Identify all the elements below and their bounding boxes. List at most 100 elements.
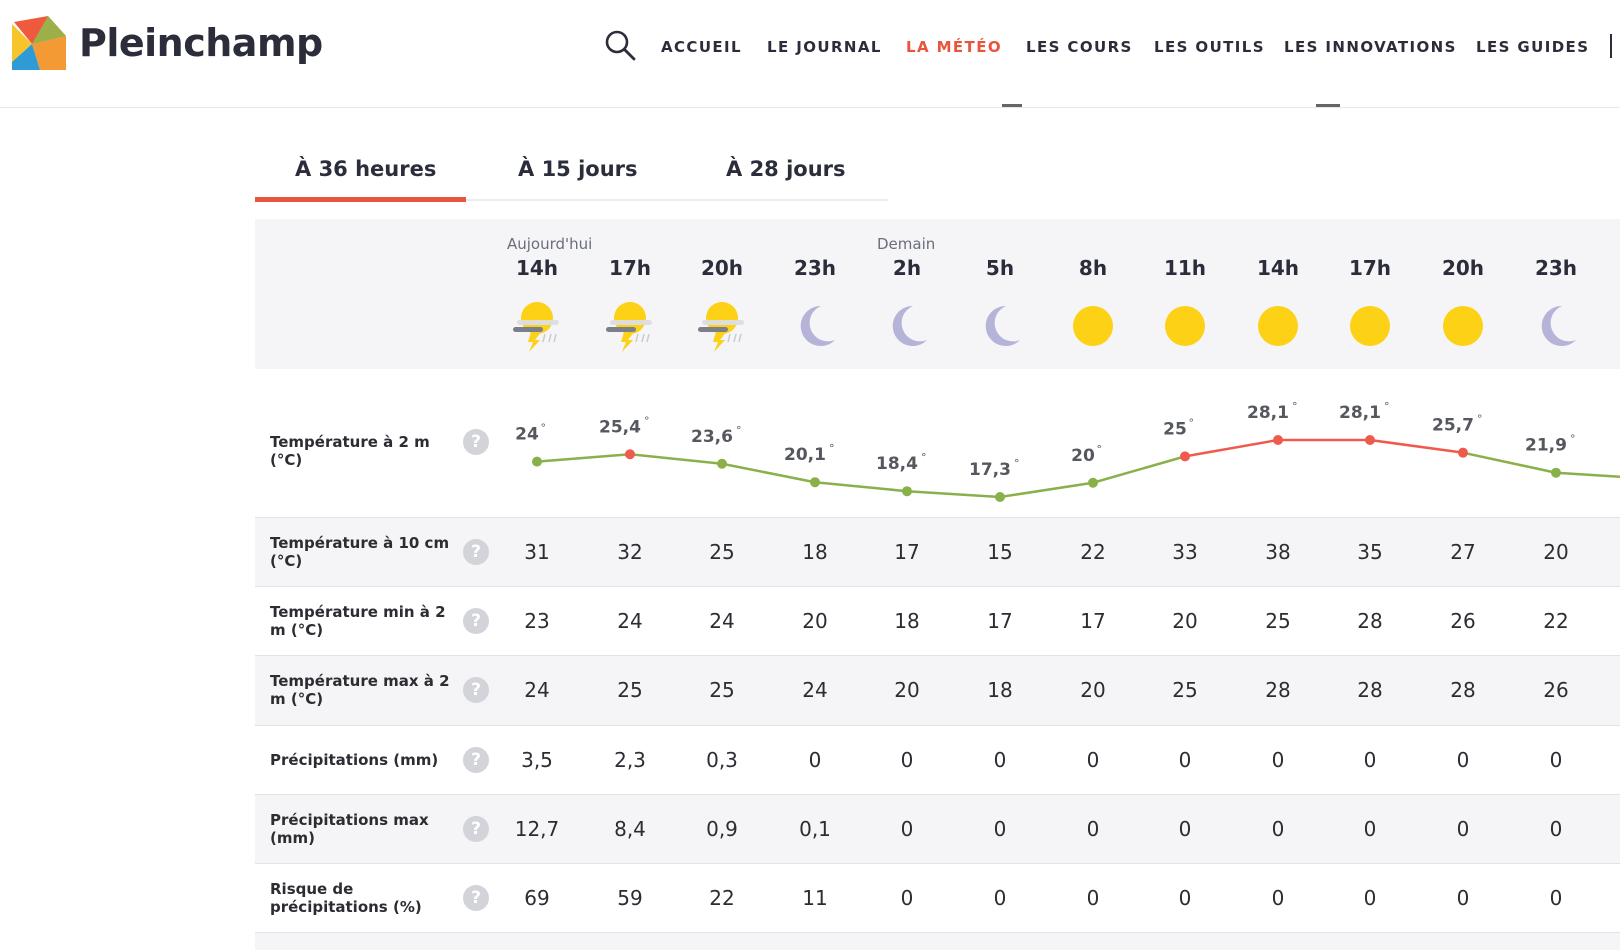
temperature-value-label: 25,4 <box>599 417 641 437</box>
help-icon[interactable]: ? <box>463 815 489 842</box>
nav-accueil[interactable]: ACCUEIL <box>661 37 742 57</box>
degree-symbol: ° <box>1189 416 1195 429</box>
table-cell: 24 <box>802 678 828 703</box>
temperature-point <box>995 492 1005 502</box>
table-cell: 0 <box>1456 816 1470 841</box>
temperature-chart: 24 ° 25,4 °23,6 °20,1 °18,4 °17,3 ° 20 °25 ° 28,1 ° 2… <box>515 400 1620 502</box>
degree-symbol: ° <box>644 414 650 427</box>
table-cell: 11 <box>802 886 828 910</box>
row-label: Risque de précipitations (%) <box>270 880 422 916</box>
table-cell: 33 <box>1172 540 1198 564</box>
row-precipitations: Précipitations (mm)? 3,5 2,3 0,3 0 0 0 0 0 0 0 0 0 <box>255 724 1620 795</box>
temperature-point <box>1458 447 1468 458</box>
temperature-point <box>902 486 912 497</box>
table-cell: 23 <box>524 609 550 634</box>
degree-symbol: ° <box>736 424 742 437</box>
temperature-point <box>810 477 820 488</box>
table-cell: 15 <box>987 540 1013 564</box>
brand-name[interactable]: Pleinchamp <box>79 20 323 66</box>
temperature-line-segment <box>536 453 631 463</box>
table-cell: 12,7 <box>514 816 560 841</box>
forecast-hour: 5h <box>985 256 1015 280</box>
table-cell: 3,5 <box>521 747 553 772</box>
help-icon[interactable]: ? <box>463 539 489 565</box>
table-cell: 0 <box>1363 886 1377 910</box>
pleinchamp-logo[interactable] <box>12 16 66 70</box>
temperature-value-label: 23,6 <box>691 427 733 447</box>
help-icon[interactable]: ? <box>463 746 489 773</box>
table-cell: 0 <box>1363 816 1377 841</box>
nav-la-meteo[interactable]: LA MÉTÉO <box>906 37 1002 57</box>
temperature-line-segment <box>1092 455 1186 484</box>
table-cell: 59 <box>617 886 643 910</box>
temperature-point <box>717 458 727 469</box>
temperature-line-segment <box>999 481 1094 499</box>
nav-les-guides[interactable]: LES GUIDES <box>1476 37 1589 57</box>
table-cell: 0,9 <box>706 816 738 841</box>
tab-36-heures[interactable]: À 36 heures <box>295 155 436 183</box>
table-cell: 38 <box>1265 540 1291 564</box>
table-cell: 24 <box>709 609 735 634</box>
nav-les-outils[interactable]: LES OUTILS <box>1154 37 1265 57</box>
degree-symbol: ° <box>541 422 547 435</box>
nav-les-innovations[interactable]: LES INNOVATIONS <box>1284 37 1457 57</box>
temperature-value-label: 17,3 <box>969 460 1011 480</box>
help-icon[interactable]: ? <box>463 608 489 635</box>
table-cell: 0 <box>900 816 914 841</box>
nav-les-cours[interactable]: LES COURS <box>1026 37 1133 57</box>
temperature-value-label: 24 <box>515 425 539 445</box>
forecast-hour: 17h <box>1348 256 1392 280</box>
day-label-tomorrow: Demain <box>877 235 936 253</box>
degree-symbol: ° <box>921 451 927 464</box>
moon-icon <box>800 305 835 346</box>
temperature-line-segment <box>1555 471 1620 478</box>
table-cell: 32 <box>617 540 643 564</box>
help-icon[interactable]: ? <box>463 677 489 704</box>
nav-le-journal[interactable]: LE JOURNAL <box>767 37 882 57</box>
temperature-point <box>1365 435 1375 445</box>
table-cell: 28 <box>1450 678 1476 703</box>
forecast-hour: 11h <box>1163 256 1207 280</box>
row-label: Précipitations max (mm) <box>270 810 429 847</box>
table-cell: 2,3 <box>614 747 646 772</box>
temperature-value-label: 25 <box>1163 419 1187 439</box>
table-cell: 20 <box>1543 540 1569 564</box>
table-cell: 31 <box>524 540 550 564</box>
table-cell: 20 <box>1080 678 1106 703</box>
table-cell: 0 <box>1456 747 1470 772</box>
active-tab-indicator <box>255 197 466 202</box>
temperature-point <box>1088 477 1098 488</box>
table-cell: 0 <box>900 747 914 772</box>
temperature-point <box>1273 435 1283 445</box>
table-cell: 22 <box>709 886 735 910</box>
row-temperature-10cm: Température à 10 cm (°C)? 31 32 25 18 17 15 22 3… <box>255 517 1620 587</box>
table-cell: 20 <box>894 678 920 703</box>
table-cell: 28 <box>1357 609 1383 634</box>
temperature-value-label: 20 <box>1071 446 1095 466</box>
moon-icon <box>985 305 1020 346</box>
forecast-hour: 2h <box>892 256 922 280</box>
row-label: Précipitations (mm) <box>270 750 439 769</box>
table-cell: 0 <box>1456 886 1470 910</box>
table-cell: 0 <box>993 886 1007 910</box>
tab-28-jours[interactable]: À 28 jours <box>726 155 846 183</box>
thunderstorm-icon <box>606 302 652 352</box>
table-cell: 0 <box>900 886 914 910</box>
next-row-edge <box>255 933 1620 950</box>
sun-icon <box>1073 306 1113 346</box>
temperature-value-label: 25,7 <box>1432 416 1474 436</box>
row-label: Température min à 2 m (°C) <box>270 603 446 640</box>
tab-15-jours[interactable]: À 15 jours <box>518 155 638 183</box>
temperature-line-segment <box>721 462 816 484</box>
table-cell: 24 <box>524 678 550 703</box>
degree-symbol: ° <box>1384 400 1390 413</box>
temperature-line-segment <box>814 480 908 493</box>
table-cell: 17 <box>894 540 920 564</box>
table-cell: 20 <box>802 609 828 634</box>
table-cell: 26 <box>1543 678 1569 703</box>
search-icon[interactable] <box>603 28 637 62</box>
scrolled-content-edge <box>1002 104 1022 107</box>
help-icon[interactable]: ? <box>463 885 489 911</box>
temperature-point <box>1551 467 1561 478</box>
scrolled-content-edge <box>1316 104 1340 107</box>
